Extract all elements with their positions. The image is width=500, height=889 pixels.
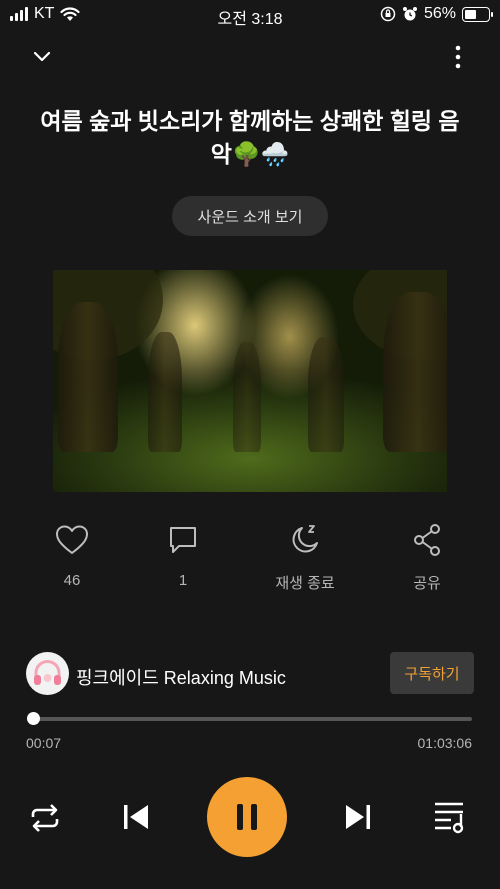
action-row: 46 1 재생 종료 공유 xyxy=(0,520,500,593)
comment-count: 1 xyxy=(178,572,188,589)
elapsed-time: 00:07 xyxy=(26,735,62,751)
next-button[interactable] xyxy=(342,801,374,833)
channel-avatar[interactable] xyxy=(26,652,69,695)
status-right: 56% xyxy=(380,5,493,23)
comment-icon xyxy=(170,527,196,553)
total-duration: 01:03:06 xyxy=(417,735,473,751)
skip-next-icon xyxy=(346,805,370,829)
subscribe-button[interactable]: 구독하기 xyxy=(390,652,474,694)
share-label: 공유 xyxy=(413,575,441,592)
progress-knob[interactable] xyxy=(26,712,40,725)
collapse-button[interactable] xyxy=(30,45,54,69)
status-bar: KT 오전 3:18 56% xyxy=(0,0,500,30)
comment-button[interactable]: 1 xyxy=(133,520,233,589)
battery-percent: 56% xyxy=(423,5,456,22)
like-button[interactable]: 46 xyxy=(22,520,122,589)
sleep-timer-button[interactable]: 재생 종료 xyxy=(255,520,355,593)
progress-track[interactable] xyxy=(32,717,472,721)
more-vertical-icon xyxy=(455,45,461,69)
share-button[interactable]: 공유 xyxy=(377,520,477,593)
channel-name[interactable]: 핑크에이드 Relaxing Music xyxy=(76,664,286,690)
sound-intro-button[interactable]: 사운드 소개 보기 xyxy=(172,196,328,236)
pause-button[interactable] xyxy=(207,777,287,857)
chevron-down-icon xyxy=(33,51,51,62)
sleep-timer-label: 재생 종료 xyxy=(275,575,335,592)
channel-row: 핑크에이드 Relaxing Music 구독하기 xyxy=(26,652,474,696)
headphones-icon xyxy=(34,660,61,685)
more-options-button[interactable] xyxy=(446,44,470,70)
previous-button[interactable] xyxy=(120,801,152,833)
heart-icon xyxy=(56,525,88,554)
like-count: 46 xyxy=(63,572,81,589)
skip-previous-icon xyxy=(124,805,148,829)
moon-sleep-icon xyxy=(292,525,318,553)
playback-controls xyxy=(0,775,500,865)
battery-icon xyxy=(462,6,493,22)
playlist-icon xyxy=(435,802,464,834)
playlist-button[interactable] xyxy=(432,799,470,835)
track-title: 여름 숲과 빗소리가 함께하는 상쾌한 힐링 음악🌳🌧️ xyxy=(40,108,460,167)
cover-art xyxy=(53,270,447,492)
share-icon xyxy=(414,524,440,556)
alarm-icon xyxy=(402,7,417,21)
pause-icon xyxy=(237,804,257,830)
repeat-icon xyxy=(31,804,59,832)
repeat-button[interactable] xyxy=(26,800,64,836)
rotation-lock-icon xyxy=(380,6,396,22)
